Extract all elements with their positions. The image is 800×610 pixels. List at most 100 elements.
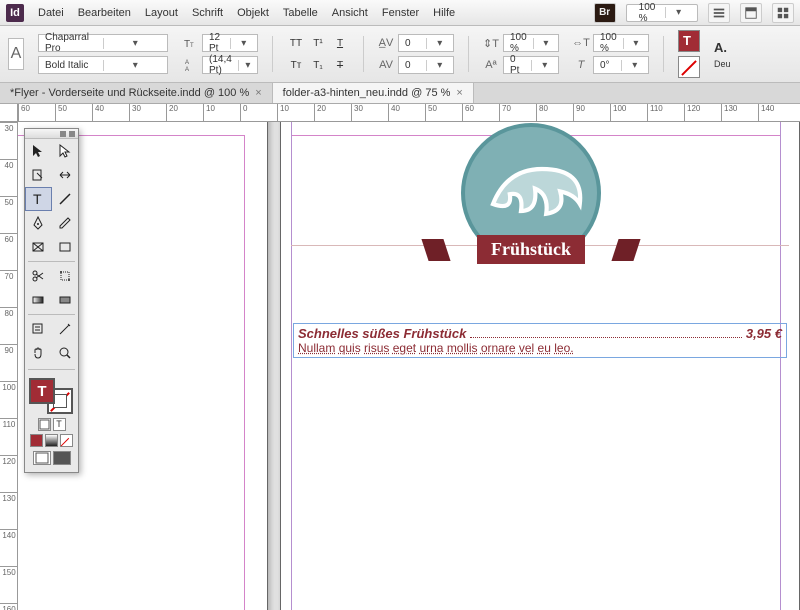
menu-item-price: 3,95 € [746,326,782,341]
font-size-input[interactable]: 12 Pt▾ [202,34,258,52]
apply-text-button[interactable]: T [53,418,66,431]
arrange-button[interactable] [772,3,794,23]
pen-tool[interactable] [25,211,52,235]
strikethrough-button[interactable]: T [331,56,349,74]
menu-item-desc: Nullam quis risus eget urna mollis ornar… [298,341,782,355]
close-icon[interactable]: × [456,87,462,99]
chevron-down-icon: ▾ [533,38,558,49]
document-tab-2[interactable]: folder-a3-hinten_neu.indd @ 75 % × [273,83,474,103]
vscale-input[interactable]: 100 %▾ [503,34,559,52]
chevron-down-icon: ▾ [621,60,649,71]
font-style-dropdown[interactable]: Bold Italic▾ [38,56,168,74]
zoom-value: 100 % [633,2,662,24]
menu-item-name: Schnelles süßes Frühstück [298,326,466,341]
subscript-button[interactable]: T₁ [309,56,327,74]
eyedropper-tool[interactable] [52,317,79,341]
line-tool[interactable] [52,187,79,211]
chevron-down-icon: ▾ [230,38,258,49]
ribbon: Frühstück [431,235,631,264]
character-style-section: A. Deu [714,40,731,69]
font-family-dropdown[interactable]: Chaparral Pro▾ [38,34,168,52]
underline-button[interactable]: T [331,34,349,52]
selection-tool[interactable] [25,139,52,163]
menu-edit[interactable]: Bearbeiten [78,7,131,19]
text-frame[interactable]: Schnelles süßes Frühstück 3,95 € Nullam … [293,323,787,358]
menu-view[interactable]: Ansicht [332,7,368,19]
toolbox[interactable]: T T T [24,128,79,473]
zoom-tool[interactable] [52,341,79,365]
canvas[interactable]: Frühstück Schnelles süßes Frühstück 3,95… [18,122,800,610]
gradient-feather-tool[interactable] [52,288,79,312]
skew-input[interactable]: 0°▾ [593,56,649,74]
menu-table[interactable]: Tabelle [283,7,318,19]
leading-value: (14,4 Pt) [203,54,238,76]
tracking-icon: AV [378,57,394,73]
pencil-tool[interactable] [52,211,79,235]
menu-help[interactable]: Hilfe [433,7,455,19]
menu-type[interactable]: Schrift [192,7,223,19]
small-caps-button[interactable]: Tᴛ [287,56,305,74]
tracking-input[interactable]: 0▾ [398,56,454,74]
column-guide [291,122,292,610]
toolbox-header[interactable] [25,129,78,139]
superscript-button[interactable]: T¹ [309,34,327,52]
tab-leader [470,326,742,338]
bridge-button[interactable]: Br [594,3,616,23]
character-mode-button[interactable]: A [8,38,24,70]
menu-object[interactable]: Objekt [237,7,269,19]
menu-window[interactable]: Fenster [382,7,419,19]
fill-color-swatch[interactable]: T [29,378,55,404]
kerning-input[interactable]: 0▾ [398,34,454,52]
rectangle-tool[interactable] [52,235,79,259]
menu-bar: Id Datei Bearbeiten Layout Schrift Objek… [0,0,800,26]
svg-text:T: T [190,43,194,49]
menu-layout[interactable]: Layout [145,7,178,19]
document-tab-1[interactable]: *Flyer - Vorderseite und Rückseite.indd … [0,83,273,103]
vscale-value: 100 % [504,32,533,54]
direct-selection-tool[interactable] [52,139,79,163]
apply-container-button[interactable] [38,418,51,431]
close-icon[interactable]: × [255,87,261,99]
chevron-down-icon: ▾ [665,7,691,18]
ruler-origin[interactable] [0,104,18,122]
view-mode-preview[interactable] [53,451,71,465]
hand-tool[interactable] [25,341,52,365]
chevron-down-icon: ▾ [426,60,454,71]
vertical-ruler[interactable]: 30405060708090100110120130140150160 [0,122,18,610]
gap-tool[interactable] [52,163,79,187]
gradient-swatch-tool[interactable] [25,288,52,312]
fill-swatch[interactable] [678,30,700,52]
column-guide [780,122,781,610]
svg-text:A: A [185,60,189,66]
baseline-icon: Aª [483,57,499,73]
free-transform-tool[interactable] [52,264,79,288]
apply-gradient-button[interactable] [45,434,58,447]
menu-file[interactable]: Datei [38,7,64,19]
screen-mode-button[interactable] [740,3,762,23]
all-caps-button[interactable]: TT [287,34,305,52]
app-logo: Id [6,4,24,22]
chevron-down-icon: ▾ [426,38,454,49]
page-right[interactable]: Frühstück Schnelles süßes Frühstück 3,95… [280,122,800,610]
skew-icon: T [573,57,589,73]
type-tool[interactable]: T [25,187,52,211]
scissors-tool[interactable] [25,264,52,288]
baseline-input[interactable]: 0 Pt▾ [503,56,559,74]
view-mode-normal[interactable] [33,451,51,465]
hscale-input[interactable]: 100 %▾ [593,34,649,52]
stroke-swatch[interactable] [678,56,700,78]
leading-input[interactable]: (14,4 Pt)▾ [202,56,258,74]
page-tool[interactable] [25,163,52,187]
hscale-icon: ⇔T [573,35,589,51]
chevron-down-icon: ▾ [103,38,168,49]
apply-color-button[interactable] [30,434,43,447]
tab-label: folder-a3-hinten_neu.indd @ 75 % [283,87,451,99]
rectangle-frame-tool[interactable] [25,235,52,259]
horizontal-ruler[interactable]: 6050403020100102030405060708090100110120… [18,104,800,122]
menu-item-line: Schnelles süßes Frühstück 3,95 € [298,326,782,341]
view-options-button[interactable] [708,3,730,23]
note-tool[interactable] [25,317,52,341]
apply-none-button[interactable] [60,434,73,447]
zoom-dropdown[interactable]: 100 %▾ [626,4,698,22]
tracking-value: 0 [399,60,426,71]
